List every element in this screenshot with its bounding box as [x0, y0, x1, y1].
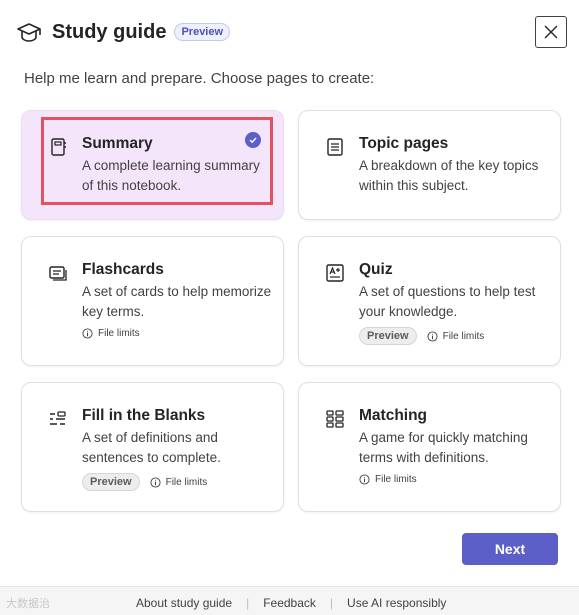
info-icon: [427, 330, 438, 342]
flashcards-description: A set of cards to help memorize key term…: [82, 284, 272, 319]
feedback-link[interactable]: Feedback: [263, 596, 316, 610]
topic-pages-title: Topic pages: [359, 135, 449, 152]
preview-badge: Preview: [82, 473, 140, 491]
summary-title: Summary: [82, 135, 153, 152]
divider: |: [329, 596, 334, 610]
fill-blanks-description: A set of definitions and sentences to co…: [82, 430, 221, 465]
file-limits-link[interactable]: File limits: [82, 328, 140, 339]
fill-blanks-meta: Preview File limits: [82, 473, 207, 491]
preview-badge: Preview: [174, 23, 231, 41]
quiz-icon: [326, 264, 344, 282]
info-icon: [359, 474, 370, 485]
notebook-icon: [51, 138, 66, 156]
file-limits-label: File limits: [442, 330, 485, 342]
matching-card[interactable]: Matching A game for quickly matching ter…: [298, 382, 561, 512]
file-limits-link[interactable]: File limits: [359, 474, 417, 485]
instructions-text: Help me learn and prepare. Choose pages …: [24, 70, 375, 87]
footer-bar: 大数据治 About study guide | Feedback | Use …: [0, 586, 579, 615]
flashcards-icon: [49, 266, 67, 281]
file-limits-label: File limits: [165, 476, 208, 488]
next-button[interactable]: Next: [462, 533, 558, 565]
file-limits-label: File limits: [98, 328, 140, 339]
flashcards-card[interactable]: Flashcards A set of cards to help memori…: [21, 236, 284, 366]
topic-pages-card[interactable]: Topic pages A breakdown of the key topic…: [298, 110, 561, 220]
close-button[interactable]: [535, 16, 567, 48]
dialog-header: Study guide Preview: [16, 16, 567, 48]
file-limits-link[interactable]: File limits: [150, 476, 208, 488]
footer-links: About study guide | Feedback | Use AI re…: [136, 596, 446, 610]
summary-card[interactable]: Summary A complete learning summary of t…: [21, 110, 284, 220]
watermark: 大数据治: [6, 598, 50, 610]
matching-meta: File limits: [359, 474, 417, 485]
summary-description: A complete learning summary of this note…: [82, 158, 260, 193]
use-ai-responsibly-link[interactable]: Use AI responsibly: [347, 596, 446, 610]
document-lines-icon: [327, 138, 343, 156]
file-limits-link[interactable]: File limits: [427, 330, 485, 342]
divider: |: [246, 596, 250, 610]
matching-grid-icon: [326, 410, 344, 428]
fill-blanks-card[interactable]: Fill in the Blanks A set of definitions …: [21, 382, 284, 512]
selected-check-icon: [245, 132, 261, 148]
about-study-guide-link[interactable]: About study guide: [136, 596, 232, 610]
file-limits-label: File limits: [375, 474, 417, 485]
topic-pages-description: A breakdown of the key topics within thi…: [359, 158, 539, 193]
matching-title: Matching: [359, 407, 428, 424]
quiz-meta: Preview File limits: [359, 327, 484, 345]
graduation-cap-icon: [17, 23, 41, 42]
quiz-title: Quiz: [359, 261, 393, 278]
quiz-description: A set of questions to help test your kno…: [359, 284, 536, 319]
matching-description: A game for quickly matching terms with d…: [359, 430, 528, 465]
fill-blanks-icon: [50, 411, 66, 425]
flashcards-meta: File limits: [82, 328, 140, 339]
quiz-card[interactable]: Quiz A set of questions to help test you…: [298, 236, 561, 366]
info-icon: [150, 476, 161, 488]
dialog-title: Study guide: [52, 20, 167, 43]
close-icon: [544, 25, 558, 39]
info-icon: [82, 328, 93, 339]
fill-blanks-title: Fill in the Blanks: [82, 407, 206, 424]
flashcards-title: Flashcards: [82, 261, 164, 278]
preview-badge: Preview: [359, 327, 417, 345]
